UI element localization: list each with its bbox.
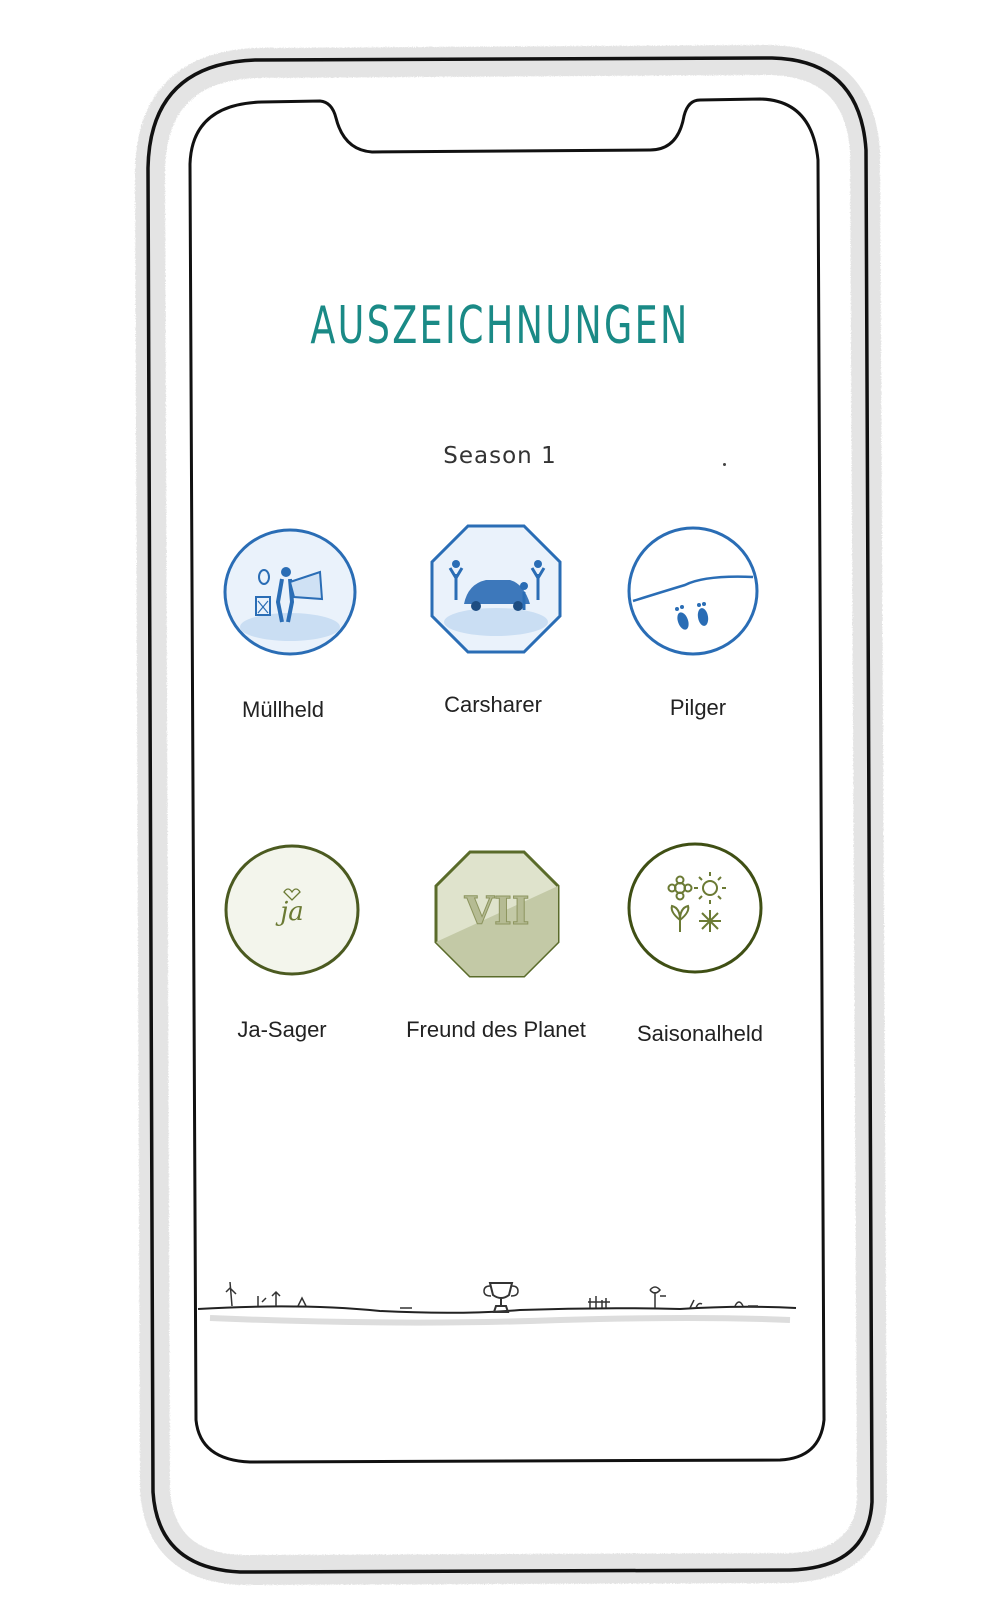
trophy-icon (483, 1282, 519, 1313)
ground-doodle (197, 1281, 797, 1326)
